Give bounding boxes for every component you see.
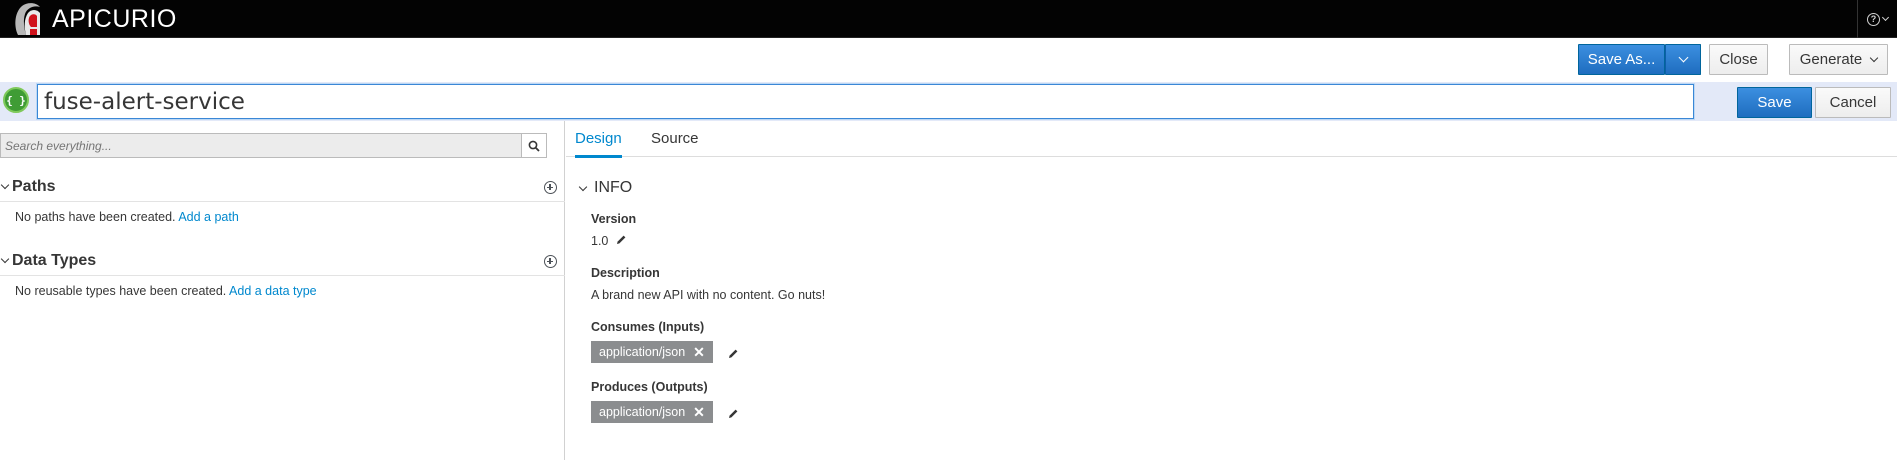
description-label: Description xyxy=(591,266,660,280)
add-path-icon[interactable] xyxy=(544,181,557,194)
save-as-button[interactable]: Save As... xyxy=(1578,44,1665,75)
cancel-button[interactable]: Cancel xyxy=(1815,87,1891,118)
chevron-down-icon xyxy=(1870,53,1879,62)
brand-name: APICURIO xyxy=(52,5,177,33)
info-section-header[interactable]: INFO xyxy=(578,179,633,197)
left-navigation-panel: Paths No paths have been created. Add a … xyxy=(0,121,565,460)
tab-design[interactable]: Design xyxy=(575,130,622,158)
paths-title: Paths xyxy=(12,178,56,195)
info-title: INFO xyxy=(594,179,633,196)
brand[interactable]: APICURIO xyxy=(12,0,177,38)
api-title-bar: { } Save Cancel xyxy=(0,82,1897,121)
paths-empty-message: No paths have been created. Add a path xyxy=(0,202,565,224)
consumes-tag-label: application/json xyxy=(599,345,686,359)
search-button[interactable] xyxy=(521,134,546,157)
save-button[interactable]: Save xyxy=(1737,87,1812,118)
chevron-down-icon xyxy=(1678,52,1688,63)
edit-version-pencil-icon[interactable] xyxy=(616,234,627,248)
search-input[interactable] xyxy=(1,134,521,157)
data-types-title: Data Types xyxy=(12,252,97,269)
generate-label: Generate xyxy=(1799,51,1863,68)
api-icon: { } xyxy=(3,87,29,113)
apicurio-logo-icon xyxy=(12,1,44,37)
cancel-label: Cancel xyxy=(1829,94,1877,111)
editor-tabs: Design Source xyxy=(566,121,1897,158)
search-box xyxy=(0,133,547,158)
paths-empty-text: No paths have been created. xyxy=(15,210,176,224)
data-types-section: Data Types No reusable types have been c… xyxy=(0,246,565,298)
help-icon: ? xyxy=(1867,12,1880,26)
chevron-down-icon xyxy=(0,180,10,190)
consumes-tag: application/json ✕ xyxy=(591,341,713,363)
produces-label: Produces (Outputs) xyxy=(591,380,708,394)
edit-produces-pencil-icon[interactable] xyxy=(728,406,739,424)
data-types-empty-message: No reusable types have been created. Add… xyxy=(0,276,565,298)
save-as-label: Save As... xyxy=(1587,51,1656,68)
edit-consumes-pencil-icon[interactable] xyxy=(728,346,739,364)
chevron-down-icon xyxy=(1881,13,1890,22)
consumes-label: Consumes (Inputs) xyxy=(591,320,705,334)
search-icon xyxy=(528,140,540,152)
top-navbar: APICURIO ? xyxy=(0,0,1897,38)
api-title-input[interactable] xyxy=(37,84,1694,119)
close-label: Close xyxy=(1719,51,1758,68)
tab-source[interactable]: Source xyxy=(651,130,699,155)
chevron-down-icon xyxy=(578,182,588,191)
paths-section-header[interactable]: Paths xyxy=(0,172,565,202)
produces-tag: application/json ✕ xyxy=(591,401,713,423)
remove-produces-tag-icon[interactable]: ✕ xyxy=(693,404,705,421)
editor-main-panel: Design Source INFO Version 1.0 Descripti… xyxy=(566,121,1897,460)
data-types-empty-text: No reusable types have been created. xyxy=(15,284,227,298)
editor-toolbar: Save As... Close Generate xyxy=(0,38,1897,82)
help-menu[interactable]: ? xyxy=(1857,0,1897,38)
description-value[interactable]: A brand new API with no content. Go nuts… xyxy=(591,288,825,302)
version-label: Version xyxy=(591,212,637,226)
save-as-dropdown-toggle[interactable] xyxy=(1665,44,1701,75)
chevron-down-icon xyxy=(0,254,10,264)
remove-consumes-tag-icon[interactable]: ✕ xyxy=(693,344,705,361)
close-button[interactable]: Close xyxy=(1709,44,1768,75)
version-field: 1.0 xyxy=(591,234,627,248)
add-data-type-link[interactable]: Add a data type xyxy=(229,284,317,298)
paths-section: Paths No paths have been created. Add a … xyxy=(0,172,565,224)
generate-button[interactable]: Generate xyxy=(1789,44,1888,75)
save-label: Save xyxy=(1757,94,1792,111)
add-path-link[interactable]: Add a path xyxy=(178,210,238,224)
add-data-type-icon[interactable] xyxy=(544,255,557,268)
version-value: 1.0 xyxy=(591,234,609,248)
data-types-section-header[interactable]: Data Types xyxy=(0,246,565,276)
produces-tag-label: application/json xyxy=(599,405,686,419)
